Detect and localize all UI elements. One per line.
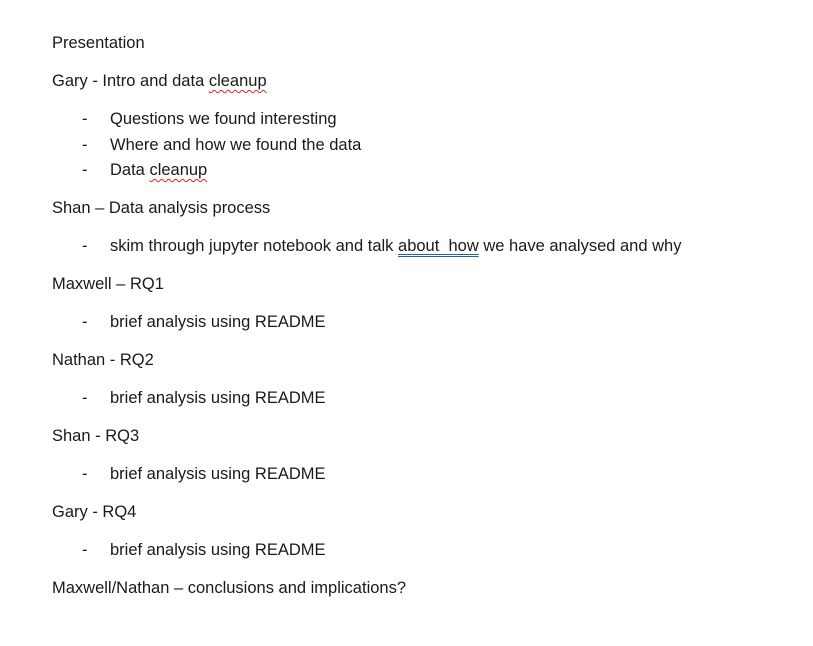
list-item-text: Data xyxy=(110,161,150,179)
list-item-text: brief analysis using README xyxy=(110,465,326,483)
bullet-dash: - xyxy=(82,465,88,483)
section-heading-gary-intro: Gary - Intro and data cleanup xyxy=(52,71,267,91)
section-heading-shan-analysis: Shan – Data analysis process xyxy=(52,199,271,217)
bullet-dash: - xyxy=(82,313,88,331)
list-item-text: Where and how we found the data xyxy=(110,136,362,154)
spelling-flagged-word: cleanup xyxy=(149,161,208,179)
list-item: - brief analysis using README xyxy=(82,540,326,560)
bullet-dash: - xyxy=(82,136,88,154)
list-item: - Questions we found interesting xyxy=(82,109,337,129)
closing-heading: Maxwell/Nathan – conclusions and implica… xyxy=(52,579,407,597)
list-item-text: skim through jupyter notebook and talk xyxy=(110,237,399,255)
section-heading-maxwell-rq1: Maxwell – RQ1 xyxy=(52,275,164,293)
list-item-text: brief analysis using README xyxy=(110,389,326,407)
list-item-text-end: we have analysed and why xyxy=(478,237,682,255)
list-item: - brief analysis using README xyxy=(82,388,326,408)
list-item: - Where and how we found the data xyxy=(82,135,361,155)
list-item: - brief analysis using README xyxy=(82,312,326,332)
bullet-dash: - xyxy=(82,541,88,559)
section-heading-gary-rq4: Gary - RQ4 xyxy=(52,503,137,521)
list-item-text: Questions we found interesting xyxy=(110,110,337,128)
bullet-dash: - xyxy=(82,161,88,179)
section-heading-shan-rq3: Shan - RQ3 xyxy=(52,427,140,445)
list-item-text: brief analysis using README xyxy=(110,541,326,559)
list-item: - Data cleanup xyxy=(82,160,207,180)
section-heading-nathan-rq2: Nathan - RQ2 xyxy=(52,351,154,369)
document-title: Presentation xyxy=(52,34,145,52)
list-item: - skim through jupyter notebook and talk … xyxy=(82,236,681,256)
list-item-text: brief analysis using README xyxy=(110,313,326,331)
heading-text: Gary - Intro and data xyxy=(52,72,209,90)
document-page: Presentation Gary - Intro and data clean… xyxy=(0,0,813,646)
bullet-dash: - xyxy=(82,110,88,128)
grammar-flagged-phrase: about how xyxy=(398,237,479,255)
bullet-dash: - xyxy=(82,237,88,255)
list-item: - brief analysis using README xyxy=(82,464,326,484)
bullet-dash: - xyxy=(82,389,88,407)
spelling-flagged-word: cleanup xyxy=(208,72,267,90)
